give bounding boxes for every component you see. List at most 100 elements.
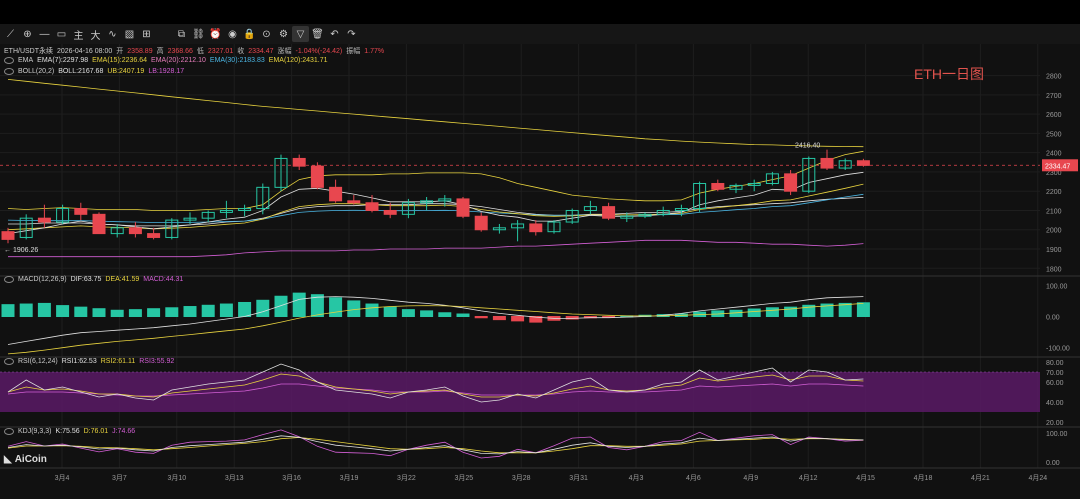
x-tick-label: 4月3	[629, 474, 644, 482]
macd-bar	[838, 302, 852, 317]
k-value: K:75.56	[55, 428, 80, 435]
rsi3-value: RSI3:55.92	[139, 358, 175, 365]
ema-legend: EMA EMA(7):2297.98 EMA(15):2236.64 EMA(2…	[4, 57, 328, 64]
eye-icon[interactable]	[4, 358, 14, 365]
logo-icon: ◣	[4, 454, 12, 465]
x-tick-label: 4月21	[971, 474, 990, 482]
macd-bar	[474, 316, 488, 319]
redo-icon[interactable]: ↷	[343, 26, 360, 42]
change-value: -1.04%(-24.42)	[295, 47, 343, 55]
rsi-tick-label: 80.00	[1046, 360, 1064, 367]
macd-bar	[219, 303, 233, 317]
macd-bar	[383, 306, 397, 317]
ema120-line	[7, 79, 864, 148]
candle-body	[383, 209, 397, 215]
change-label: 涨幅	[277, 48, 292, 55]
low-label: 低	[196, 48, 204, 55]
price-tick-label: 2000	[1046, 228, 1062, 235]
magnet-icon[interactable]: ⊙	[258, 26, 275, 42]
alert-icon[interactable]: ⏰	[207, 26, 224, 42]
kdj-tick-label: 0.00	[1046, 460, 1060, 467]
filter-icon[interactable]: ▽	[292, 26, 309, 42]
eye-icon[interactable]	[4, 276, 14, 283]
price-tick-label: 2100	[1046, 208, 1062, 215]
price-tick-label: 2200	[1046, 189, 1062, 196]
x-tick-label: 3月22	[397, 474, 416, 482]
ema-name: EMA	[18, 57, 34, 64]
x-tick-label: 3月13	[225, 474, 244, 482]
macd-legend: MACD(12,26,9) DIF:63.75 DEA:41.59 MACD:4…	[4, 276, 183, 283]
status-strip	[0, 0, 1080, 24]
low-annotation: ← 1906.26	[4, 247, 38, 254]
amplitude-label: 振幅	[346, 48, 361, 55]
eye-icon[interactable]	[4, 68, 14, 75]
macd-bar	[165, 307, 179, 317]
candle-body	[711, 182, 725, 190]
rsi1-value: RSI1:62.53	[61, 358, 97, 365]
chart-area[interactable]: 2416.40 ← 1906.26 1800 1900 2000 2100 2200 230…	[0, 44, 1080, 499]
boll-name: BOLL(20,2)	[18, 68, 55, 75]
candle-body	[147, 233, 161, 238]
eye-icon[interactable]	[4, 428, 14, 435]
macd-bar	[456, 313, 470, 317]
price-tick-label: 2500	[1046, 131, 1062, 138]
x-tick-label: 4月18	[914, 474, 933, 482]
x-tick-label: 3月16	[282, 474, 301, 482]
current-price-label: 2334.47	[1045, 163, 1070, 170]
ohlc-legend: ETH/USDT永续 2026-04-16 08:00 开 2358.89 高 …	[4, 46, 384, 56]
amplitude-value: 1.77%	[364, 47, 385, 55]
draw-line-icon[interactable]: ⟋	[2, 26, 19, 42]
lock-icon[interactable]: 🔒	[241, 26, 258, 42]
drawing-toolbar: ⟋ ⊕ — ▭ 主大 ∿ ▧ ⊞ ⧉ ⛓ ⏰ ◉ 🔒 ⊙ ⚙ ▽ 🗑 ↶ ↷	[0, 24, 1080, 44]
price-tick-label: 2600	[1046, 112, 1062, 119]
candle-body	[529, 223, 543, 233]
price-tick-label: 2800	[1046, 74, 1062, 81]
candle-body	[92, 213, 106, 235]
dif-line	[7, 296, 864, 345]
macd-bar	[274, 295, 288, 317]
candlestick-chart[interactable]: 2416.40← 1906.26 18001900200021002200230…	[0, 44, 1080, 499]
price-tick-label: 2400	[1046, 151, 1062, 158]
symbol-label: ETH/USDT永续	[4, 48, 53, 55]
rectangle-icon[interactable]: ▭	[53, 26, 70, 42]
macd-bar	[19, 303, 33, 317]
undo-icon[interactable]: ↶	[326, 26, 343, 42]
macd-bar	[56, 305, 70, 318]
macd-bar	[147, 308, 161, 318]
open-label: 开	[116, 48, 124, 55]
candle-body	[310, 165, 324, 188]
macd-bar	[492, 316, 506, 321]
horizontal-line-icon[interactable]: —	[36, 26, 53, 42]
macd-bar	[365, 303, 379, 317]
pattern-icon[interactable]: ∿	[104, 26, 121, 42]
eye-icon[interactable]: ◉	[224, 26, 241, 42]
cursor-icon[interactable]: ⊕	[19, 26, 36, 42]
macd-bar	[74, 306, 88, 317]
macd-bar	[92, 308, 106, 318]
macd-tick-label: 0.00	[1046, 315, 1060, 322]
eye-icon[interactable]	[4, 57, 14, 64]
macd-tick-label: -100.00	[1046, 346, 1070, 353]
measure-icon[interactable]: ⊞	[138, 26, 155, 42]
candle-body	[474, 215, 488, 231]
d-line	[7, 437, 864, 454]
trash-icon[interactable]: 🗑	[309, 26, 326, 42]
macd-bar	[747, 308, 761, 317]
price-tick-label: 1800	[1046, 266, 1062, 273]
text-icon[interactable]: 主	[70, 26, 87, 42]
candle-body	[37, 217, 51, 223]
candle-body	[820, 157, 834, 169]
rsi-tick-label: 70.00	[1046, 370, 1064, 377]
close-value: 2334.47	[248, 47, 274, 55]
fibonacci-icon[interactable]: 大	[87, 26, 104, 42]
link-icon[interactable]: ⛓	[190, 26, 207, 42]
boll-lb-line	[8, 239, 864, 258]
brush-icon[interactable]: ▧	[121, 26, 138, 42]
date-label: 2026-04-16 08:00	[57, 47, 113, 55]
rsi-band	[0, 372, 1040, 412]
rsi-tick-label: 40.00	[1046, 400, 1064, 407]
open-value: 2358.89	[127, 47, 153, 55]
copy-icon[interactable]: ⧉	[173, 26, 190, 42]
settings-icon[interactable]: ⚙	[275, 26, 292, 42]
rsi2-value: RSI2:61.11	[100, 358, 136, 365]
